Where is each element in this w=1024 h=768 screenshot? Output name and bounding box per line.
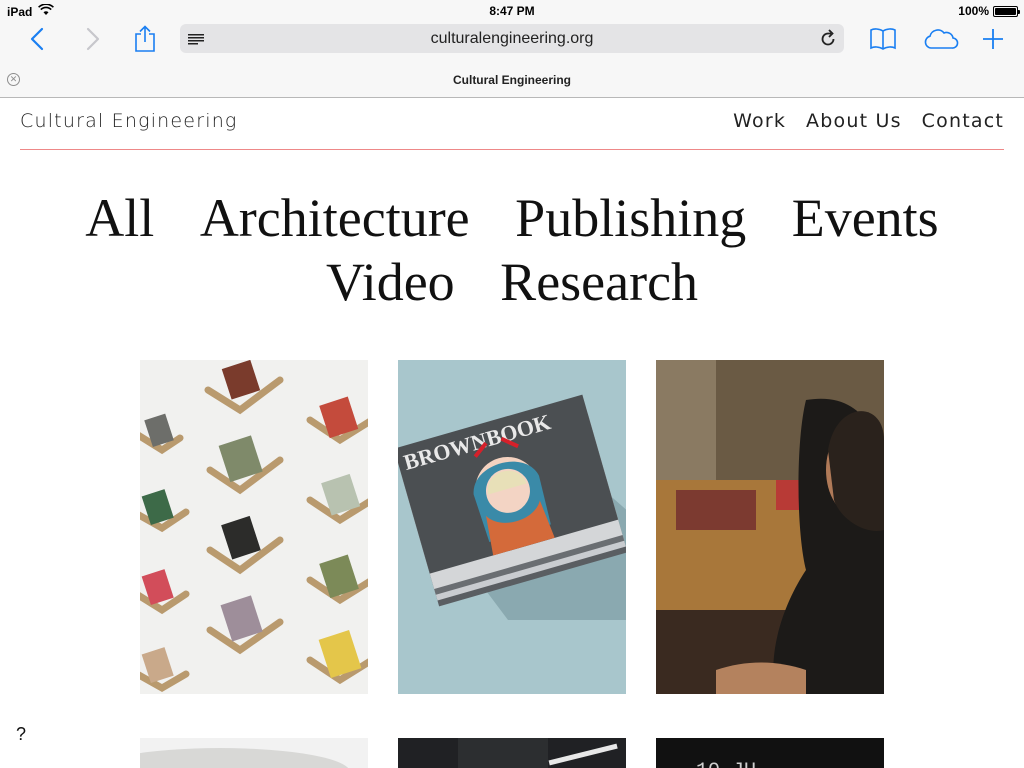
shelves-image xyxy=(140,360,368,694)
bottom-image-2 xyxy=(398,738,626,768)
project-thumbnail-brownbook[interactable]: BROWNBOOK xyxy=(398,360,626,694)
new-tab-button[interactable] xyxy=(980,22,1006,56)
icloud-tabs-icon xyxy=(924,29,959,49)
project-thumbnail-workshop[interactable] xyxy=(656,360,884,694)
category-publishing[interactable]: Publishing xyxy=(515,188,746,248)
workshop-image xyxy=(656,360,884,694)
category-filter: All Architecture Publishing Events Video… xyxy=(0,186,1024,314)
project-thumbnail-bottom-2[interactable] xyxy=(398,738,626,768)
help-button[interactable]: ? xyxy=(16,724,26,745)
forward-icon xyxy=(86,27,100,51)
bookmarks-button[interactable] xyxy=(868,22,898,56)
nav-about-us[interactable]: About Us xyxy=(806,110,902,132)
bottom-thumb-text: 10 JU xyxy=(696,760,756,768)
category-events[interactable]: Events xyxy=(792,188,939,248)
browser-toolbar: culturalengineering.org xyxy=(0,22,1024,60)
nav-contact[interactable]: Contact xyxy=(922,110,1004,132)
url-text: culturalengineering.org xyxy=(430,30,594,47)
nav-work[interactable]: Work xyxy=(733,110,786,132)
battery-icon xyxy=(993,5,1020,17)
status-bar: iPad 8:47 PM 100% xyxy=(0,0,1024,22)
category-row: All Architecture Publishing Events xyxy=(0,186,1024,250)
site-nav: Work About Us Contact xyxy=(733,110,1004,132)
battery-percent: 100% xyxy=(958,4,989,18)
category-row: Video Research xyxy=(0,250,1024,314)
back-icon xyxy=(30,27,44,51)
status-time: 8:47 PM xyxy=(489,4,535,18)
share-button[interactable] xyxy=(130,22,160,56)
back-button[interactable] xyxy=(24,22,50,56)
web-page: Cultural Engineering Work About Us Conta… xyxy=(0,98,1024,768)
address-bar[interactable]: culturalengineering.org xyxy=(180,24,844,53)
site-title[interactable]: Cultural Engineering xyxy=(20,110,238,132)
share-icon xyxy=(135,25,155,52)
reload-icon[interactable] xyxy=(820,29,836,52)
bookmarks-icon xyxy=(870,28,896,50)
bottom-image-1 xyxy=(140,738,368,768)
project-thumbnail-bottom-3[interactable]: 10 JU xyxy=(656,738,884,768)
icloud-tabs-button[interactable] xyxy=(922,22,960,56)
project-thumbnail-shelves[interactable] xyxy=(140,360,368,694)
category-architecture[interactable]: Architecture xyxy=(200,188,470,248)
category-all[interactable]: All xyxy=(85,188,154,248)
tab-title[interactable]: Cultural Engineering xyxy=(0,73,1024,87)
category-research[interactable]: Research xyxy=(500,252,698,312)
project-thumbnail-bottom-1[interactable] xyxy=(140,738,368,768)
tab-bar: ✕ Cultural Engineering xyxy=(0,60,1024,98)
new-tab-icon xyxy=(983,29,1003,49)
category-video[interactable]: Video xyxy=(326,252,455,312)
site-header: Cultural Engineering Work About Us Conta… xyxy=(20,110,1004,150)
forward-button[interactable] xyxy=(80,22,106,56)
bottom-image-3: 10 JU xyxy=(656,738,884,768)
brownbook-image: BROWNBOOK xyxy=(398,360,626,694)
battery-fill xyxy=(995,7,1016,15)
